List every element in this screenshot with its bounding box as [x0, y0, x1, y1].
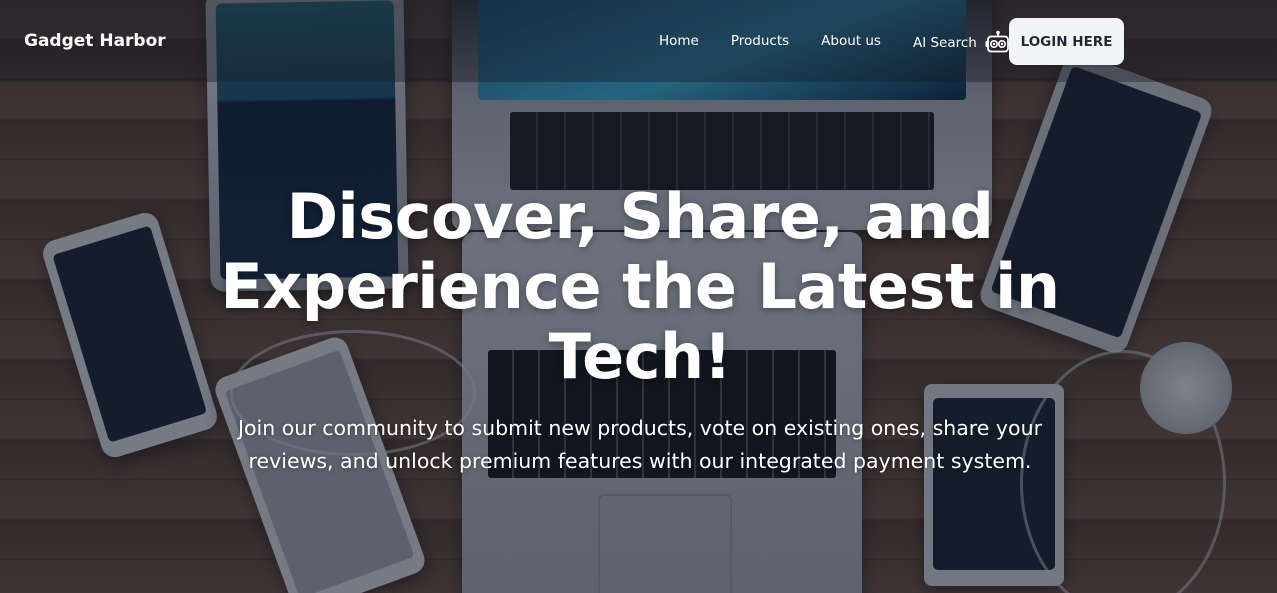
nav-link-ai-search[interactable]: AI Search: [913, 30, 1011, 56]
brand-logo-link[interactable]: Gadget Harbor: [24, 31, 166, 51]
hero-section: Gadget Harbor Home Products About us AI …: [0, 0, 1277, 593]
nav-link-home[interactable]: Home: [659, 33, 699, 49]
nav-link-products[interactable]: Products: [731, 33, 789, 49]
nav-links: Home Products About us AI Search: [659, 28, 1011, 54]
robot-icon: [985, 30, 1011, 53]
hero-headline: Discover, Share, and Experience the Late…: [220, 180, 1060, 393]
hero-content: Discover, Share, and Experience the Late…: [0, 0, 1277, 593]
nav-link-about-us[interactable]: About us: [821, 33, 881, 49]
ai-search-label: AI Search: [912, 35, 977, 51]
hero-subtext: Join our community to submit new product…: [237, 416, 1043, 473]
login-button[interactable]: LOGIN HERE: [1009, 18, 1124, 65]
top-navbar: Gadget Harbor Home Products About us AI …: [0, 0, 1277, 82]
